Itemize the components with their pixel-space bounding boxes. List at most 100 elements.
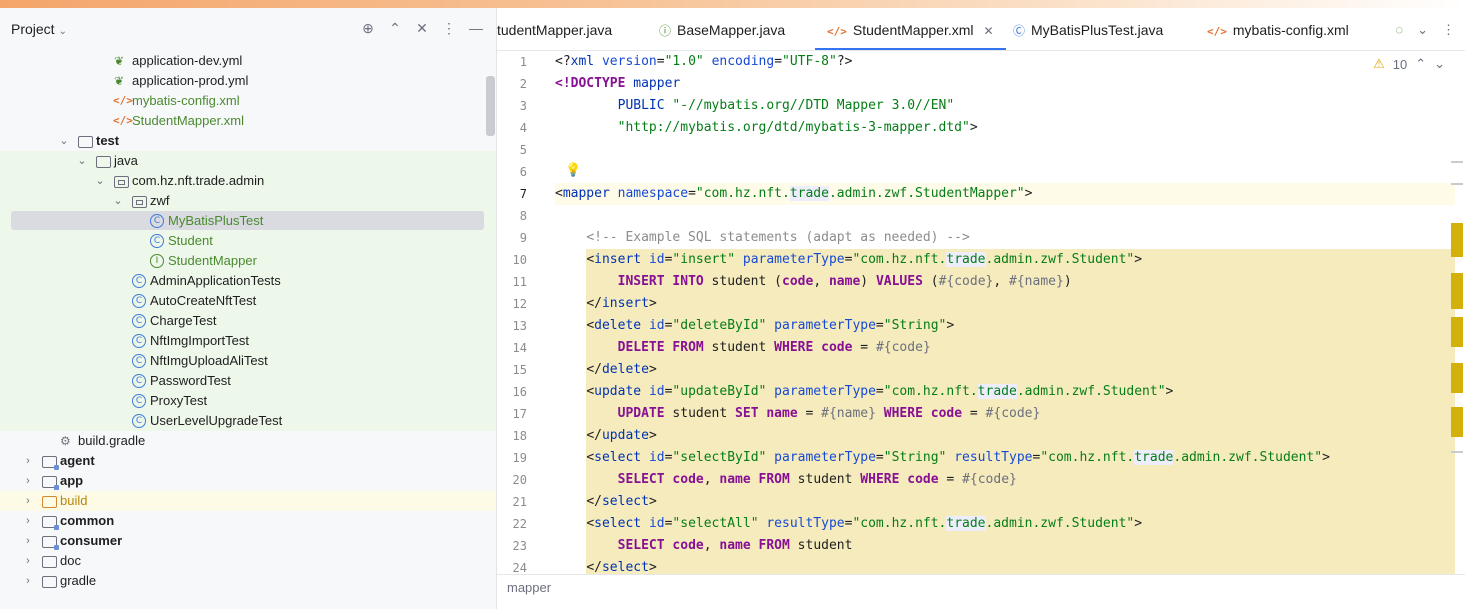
tree-item-label: PasswordTest bbox=[150, 373, 231, 388]
tree-item[interactable]: C AdminApplicationTests bbox=[0, 271, 496, 291]
tree-item[interactable]: C UserLevelUpgradeTest bbox=[0, 411, 496, 431]
tree-item[interactable]: C Student bbox=[0, 231, 496, 251]
tree-item[interactable]: ❦ application-prod.yml bbox=[0, 71, 496, 91]
breadcrumb-item[interactable]: mapper bbox=[507, 580, 551, 595]
tab-basemapper-java[interactable]: ⓘ BaseMapper.java bbox=[659, 8, 785, 50]
line-number: 4 bbox=[519, 121, 527, 135]
line-number: 6 bbox=[519, 165, 527, 179]
chevron-down-icon[interactable]: ⌄ bbox=[1417, 22, 1428, 38]
tab-label: tudentMapper.java bbox=[497, 22, 613, 38]
tree-item[interactable]: › gradle bbox=[0, 571, 496, 591]
marker[interactable] bbox=[1451, 407, 1463, 437]
chevron-right-icon[interactable]: › bbox=[22, 551, 34, 571]
chevron-right-icon[interactable]: › bbox=[22, 571, 34, 591]
line-number: 22 bbox=[512, 517, 527, 531]
code-line: <insert id="insert" parameterType="com.h… bbox=[555, 249, 1455, 271]
tree-item-label: mybatis-config.xml bbox=[132, 93, 240, 108]
tree-item[interactable]: ⌄ com.hz.nft.trade.admin bbox=[0, 171, 496, 191]
code-line: <select id="selectAll" resultType="com.h… bbox=[555, 513, 1455, 535]
chevron-down-icon[interactable]: ⌄ bbox=[94, 171, 106, 191]
more-tabs-icon[interactable]: ◌ bbox=[1395, 22, 1403, 38]
tree-item[interactable]: › consumer bbox=[0, 531, 496, 551]
tree-item-label: gradle bbox=[60, 573, 97, 588]
marker[interactable] bbox=[1451, 273, 1463, 309]
line-number: 20 bbox=[512, 473, 527, 487]
tree-item[interactable]: › common bbox=[0, 511, 496, 531]
code-editor[interactable]: <?xml version="1.0" encoding="UTF-8"?> <… bbox=[555, 51, 1455, 574]
marker[interactable] bbox=[1451, 363, 1463, 393]
options-icon[interactable]: ⋮ bbox=[441, 20, 457, 37]
class-icon: C bbox=[132, 414, 146, 428]
tree-item[interactable]: › build bbox=[0, 491, 496, 511]
tree-item[interactable]: C ChargeTest bbox=[0, 311, 496, 331]
tree-item-selected[interactable]: C MyBatisPlusTest bbox=[0, 211, 496, 231]
chevron-right-icon[interactable]: › bbox=[22, 471, 34, 491]
tree-item-label: application-dev.yml bbox=[132, 53, 243, 68]
tab-studentmapper-java[interactable]: tudentMapper.java bbox=[497, 8, 612, 50]
folder-icon bbox=[96, 156, 111, 168]
code-line: PUBLIC "-//mybatis.org//DTD Mapper 3.0//… bbox=[617, 98, 955, 113]
inspection-widget[interactable]: ⚠ 10 ⌃ ⌄ bbox=[1373, 56, 1445, 72]
tree-item[interactable]: C NftImgUploadAliTest bbox=[0, 351, 496, 371]
tab-label: mybatis-config.xml bbox=[1232, 22, 1349, 38]
line-number: 21 bbox=[512, 495, 527, 509]
chevron-down-icon[interactable]: ⌄ bbox=[76, 151, 88, 171]
tree-item-label: app bbox=[60, 473, 84, 488]
editor-area: tudentMapper.java ⓘ BaseMapper.java </> St… bbox=[497, 8, 1465, 610]
project-view-selector[interactable]: Project ⌄ bbox=[11, 21, 67, 37]
error-stripe[interactable] bbox=[1451, 51, 1465, 574]
marker[interactable] bbox=[1451, 451, 1463, 453]
tree-item[interactable]: › agent bbox=[0, 451, 496, 471]
tree-item[interactable]: ❦ application-dev.yml bbox=[0, 51, 496, 71]
tree-item[interactable]: I StudentMapper bbox=[0, 251, 496, 271]
chevron-down-icon[interactable]: ⌄ bbox=[58, 131, 70, 151]
module-folder-icon bbox=[42, 456, 59, 470]
tree-item-label: java bbox=[114, 153, 138, 168]
folder-icon bbox=[78, 136, 93, 148]
tree-item[interactable]: C NftImgImportTest bbox=[0, 331, 496, 351]
code-line: </select> bbox=[555, 491, 1455, 513]
folder-icon bbox=[42, 496, 57, 508]
class-icon: C bbox=[132, 374, 146, 388]
tab-mybatis-config-xml[interactable]: </> mybatis-config.xml bbox=[1207, 8, 1349, 50]
chevron-right-icon[interactable]: › bbox=[22, 491, 34, 511]
tree-item[interactable]: › doc bbox=[0, 551, 496, 571]
tree-scrollbar[interactable] bbox=[486, 76, 495, 136]
marker[interactable] bbox=[1451, 223, 1463, 257]
hide-icon[interactable]: — bbox=[468, 20, 484, 37]
chevron-right-icon[interactable]: › bbox=[22, 531, 34, 551]
chevron-right-icon[interactable]: › bbox=[22, 451, 34, 471]
tree-item[interactable]: ⌄ zwf bbox=[0, 191, 496, 211]
locate-icon[interactable]: ⊕ bbox=[360, 20, 376, 37]
tab-options-icon[interactable]: ⋮ bbox=[1442, 22, 1455, 38]
tree-item-label: zwf bbox=[150, 193, 170, 208]
editor-tabs: tudentMapper.java ⓘ BaseMapper.java </> St… bbox=[497, 8, 1465, 51]
tree-item[interactable]: ⌄ java bbox=[0, 151, 496, 171]
marker[interactable] bbox=[1451, 183, 1463, 185]
tree-item-label: ChargeTest bbox=[150, 313, 217, 328]
tree-item[interactable]: </> StudentMapper.xml bbox=[0, 111, 496, 131]
chevron-right-icon[interactable]: › bbox=[22, 511, 34, 531]
tree-item[interactable]: ⌄ test bbox=[0, 131, 496, 151]
close-icon[interactable]: ✕ bbox=[984, 24, 994, 38]
line-number: 2 bbox=[519, 77, 527, 91]
interface-icon: I bbox=[150, 254, 164, 268]
tree-item[interactable]: C PasswordTest bbox=[0, 371, 496, 391]
tree-item[interactable]: ⚙ build.gradle bbox=[0, 431, 496, 451]
tab-studentmapper-xml[interactable]: </> StudentMapper.xml ✕ bbox=[815, 8, 1006, 50]
tab-mybatisplustest-java[interactable]: Ⓒ MyBatisPlusTest.java bbox=[1013, 8, 1163, 50]
code-line: <delete id="deleteById" parameterType="S… bbox=[555, 315, 1455, 337]
tree-item[interactable]: C AutoCreateNftTest bbox=[0, 291, 496, 311]
marker[interactable] bbox=[1451, 161, 1463, 163]
folder-icon bbox=[42, 576, 57, 588]
tree-item[interactable]: </> mybatis-config.xml bbox=[0, 91, 496, 111]
previous-highlight-icon[interactable]: ⌃ bbox=[1415, 56, 1426, 72]
tree-item[interactable]: › app bbox=[0, 471, 496, 491]
tree-item[interactable]: C ProxyTest bbox=[0, 391, 496, 411]
marker[interactable] bbox=[1451, 317, 1463, 347]
collapse-all-icon[interactable]: ✕ bbox=[414, 20, 430, 37]
next-highlight-icon[interactable]: ⌄ bbox=[1434, 56, 1445, 72]
tree-item-label: Student bbox=[168, 233, 213, 248]
chevron-down-icon[interactable]: ⌄ bbox=[112, 191, 124, 211]
expand-all-icon[interactable]: ⌃ bbox=[387, 20, 403, 37]
